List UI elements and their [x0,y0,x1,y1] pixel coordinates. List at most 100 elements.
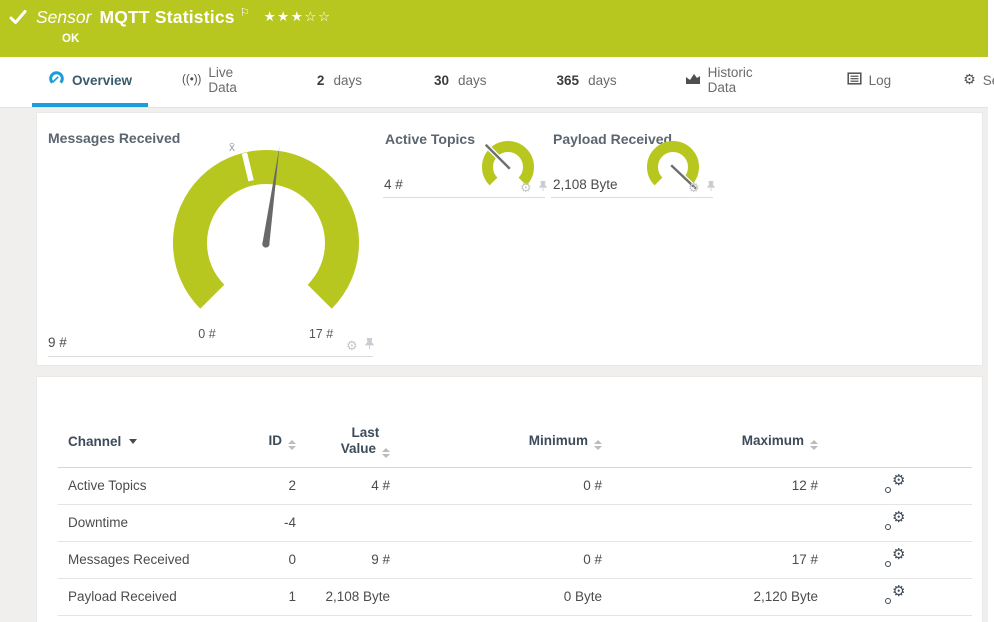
priority-flag-icon[interactable]: ⚐ [240,6,250,19]
page-title: MQTT Statistics [99,7,235,27]
stars-empty[interactable]: ☆☆ [304,9,331,25]
column-header-channel[interactable]: Channel [58,417,243,468]
table-row[interactable]: Messages Received 0 9 # 0 # 17 # ⚙ [58,541,972,579]
channel-settings-gears-icon[interactable]: ⚙ [884,471,906,494]
sensor-status-badge: OK [62,33,80,45]
cell-id: 2 [243,467,296,505]
cell-minimum: 0 Byte [390,578,602,616]
status-ok-check-icon [9,9,27,30]
sensor-header: Sensor MQTT Statistics ⚐ ★★★☆☆ OK [0,0,988,57]
tab-2-days-unit: days [333,72,362,88]
cell-last-value: 2,108 Byte [296,578,390,616]
channel-gear-icon[interactable]: ⚙ [688,181,700,196]
object-kind-label: Sensor [36,7,92,27]
cell-id: 0 [243,541,296,579]
cell-maximum: 2,120 Byte [602,578,818,616]
settings-gear-icon: ⚙ [963,72,976,88]
channel-gear-icon[interactable]: ⚙ [346,339,358,354]
table-row[interactable]: Downtime -4 ⚙ [58,504,972,542]
tab-settings-label: Settings [982,72,994,88]
sort-icon [288,440,296,451]
channel-table: Channel ID Last Value Minimum Maximum Ac… [58,417,972,616]
prtg-sensor-page: Sensor MQTT Statistics ⚐ ★★★☆☆ OK Overvi… [0,0,994,622]
tab-30-days-unit: days [458,72,487,88]
tab-live-data-label: Live Data [208,65,237,95]
cell-minimum [390,504,602,542]
sort-icon [594,440,602,451]
channel-gear-icon[interactable]: ⚙ [520,181,532,196]
cell-channel[interactable]: Messages Received [58,541,243,579]
gauge-icon [48,70,65,90]
channel-settings-gears-icon[interactable]: ⚙ [884,508,906,531]
column-header-maximum[interactable]: Maximum [602,417,818,468]
gauge-scale-max: 17 # [308,327,334,341]
column-header-id[interactable]: ID [243,417,296,468]
cell-channel[interactable]: Payload Received [58,578,243,616]
tab-log-label: Log [868,72,892,88]
column-header-channel-label: Channel [68,434,122,450]
tab-log[interactable]: Log [831,57,908,107]
tab-historic-data-label: Historic Data [707,65,753,95]
mini-gauge-title-active-topics: Active Topics [385,131,475,147]
divider [48,356,373,357]
tab-settings[interactable]: ⚙ Settings [947,57,994,107]
pin-icon[interactable] [364,337,375,355]
priority-stars[interactable]: ★★★☆☆ [264,9,332,25]
tab-365-days[interactable]: 365 days [541,57,633,107]
stars-filled[interactable]: ★★★ [264,9,305,25]
table-row[interactable]: Active Topics 2 4 # 0 # 12 # ⚙ [58,467,972,505]
cell-minimum: 0 # [390,467,602,505]
tab-365-days-unit: days [588,72,617,88]
primary-gauge [173,146,359,309]
mini-gauge-value-payload-received: 2,108 Byte [553,177,618,192]
primary-gauge-title: Messages Received [48,130,181,146]
sort-icon [382,448,390,459]
tab-live-data[interactable]: ((•)) Live Data [166,57,253,107]
cell-channel[interactable]: Downtime [58,504,243,542]
log-list-icon [847,72,862,88]
column-header-minimum[interactable]: Minimum [390,417,602,468]
pin-icon[interactable] [706,179,716,197]
cell-last-value [296,504,390,542]
average-marker-label: x̄ [229,140,235,154]
gauges-card: Messages Received x̄ 0 # 17 # 9 # ⚙ Acti… [37,113,982,365]
column-header-last-label: Last [351,425,380,441]
column-header-minimum-label: Minimum [528,433,588,449]
column-header-value-label: Value [340,441,376,457]
pin-icon[interactable] [538,179,548,197]
cell-minimum: 0 # [390,541,602,579]
tab-365-days-number: 365 [556,72,580,88]
gauge-scale-min: 0 # [198,327,216,341]
cell-last-value: 4 # [296,467,390,505]
divider [551,197,713,198]
tab-overview-label: Overview [72,72,133,88]
cell-maximum: 12 # [602,467,818,505]
cell-maximum: 17 # [602,541,818,579]
cell-last-value: 9 # [296,541,390,579]
divider [383,197,545,198]
column-header-last-value[interactable]: Last Value [296,417,390,468]
cell-id: -4 [243,504,296,542]
primary-gauge-value: 9 # [48,335,67,350]
column-header-id-label: ID [268,433,283,449]
broadcast-icon: ((•)) [182,74,202,86]
tab-30-days-number: 30 [433,72,449,88]
sort-icon [810,440,818,451]
sort-desc-icon [129,439,138,445]
tab-2-days[interactable]: 2 days [301,57,378,107]
area-chart-icon [685,72,701,89]
channel-table-card: Channel ID Last Value Minimum Maximum Ac… [37,377,982,622]
column-header-actions [818,417,972,468]
cell-channel[interactable]: Active Topics [58,467,243,505]
tab-historic-data[interactable]: Historic Data [669,57,769,107]
cell-maximum [602,504,818,542]
tab-2-days-number: 2 [316,72,325,88]
overview-content: Messages Received x̄ 0 # 17 # 9 # ⚙ Acti… [0,108,988,622]
table-row[interactable]: Payload Received 1 2,108 Byte 0 Byte 2,1… [58,578,972,616]
tab-overview[interactable]: Overview [32,57,149,107]
tab-30-days[interactable]: 30 days [418,57,503,107]
mini-gauge-value-active-topics: 4 # [384,177,403,192]
column-header-maximum-label: Maximum [741,433,804,449]
channel-settings-gears-icon[interactable]: ⚙ [884,545,906,568]
channel-settings-gears-icon[interactable]: ⚙ [884,582,906,605]
